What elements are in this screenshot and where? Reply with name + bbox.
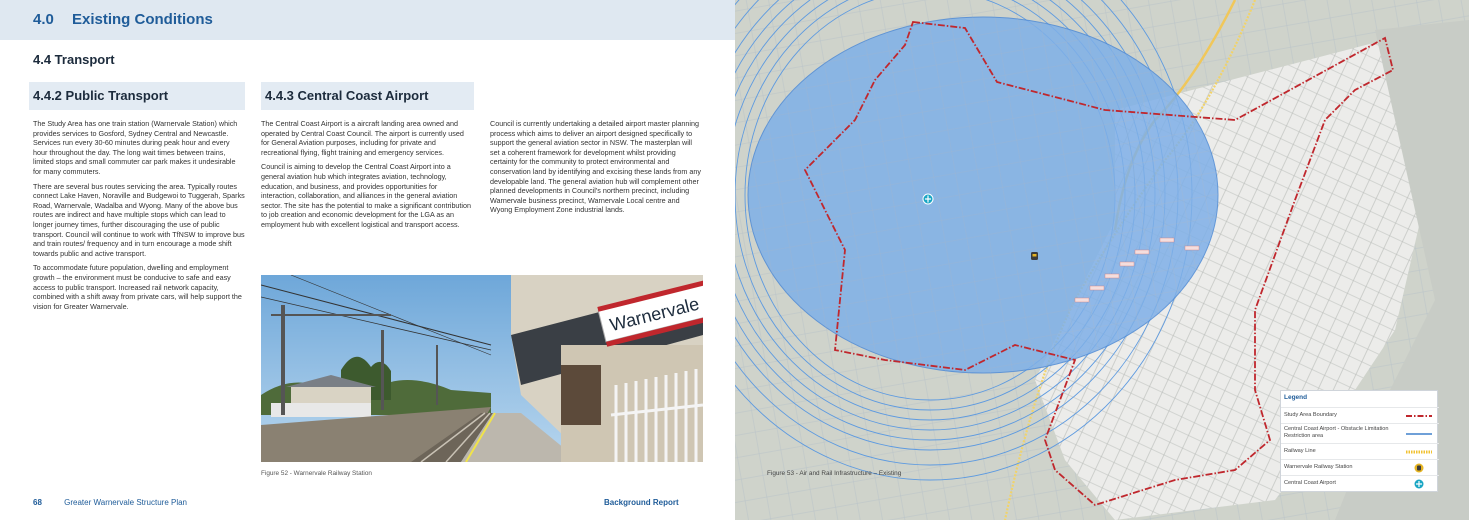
legend-item-railway-line: Railway Line xyxy=(1281,443,1439,459)
airport-heading: 4.4.3 Central Coast Airport xyxy=(261,82,474,110)
page-number: 68 xyxy=(33,498,42,507)
legend-title: Legend xyxy=(1284,394,1308,401)
document-page: 4.0 Existing Conditions 4.4 Transport 4.… xyxy=(0,0,735,520)
figure-52-caption: Figure 52 - Warnervale Railway Station xyxy=(261,470,372,477)
train-icon[interactable] xyxy=(1031,252,1038,260)
map-figure: Legend Study Area Boundary Central Coast… xyxy=(735,0,1469,520)
train-icon xyxy=(1414,463,1424,473)
airport-icon[interactable] xyxy=(922,193,934,205)
legend-item-railway-station: Warnervale Railway Station xyxy=(1281,459,1439,475)
chapter-title: Existing Conditions xyxy=(72,11,213,28)
figure-53-caption: Figure 53 - Air and Rail Infrastructure … xyxy=(767,470,902,477)
airport-column-2: Council is currently undertaking a detai… xyxy=(490,119,703,220)
paragraph: The Study Area has one train station (Wa… xyxy=(33,119,238,176)
airport-column-1: The Central Coast Airport is a aircraft … xyxy=(261,119,473,235)
chapter-number: 4.0 xyxy=(33,11,54,28)
airport-icon xyxy=(1414,479,1424,489)
report-label: Background Report xyxy=(604,498,679,507)
dotted-line-icon xyxy=(1406,450,1432,454)
paragraph: To accommodate future population, dwelli… xyxy=(33,263,242,311)
legend-item-study-area: Study Area Boundary xyxy=(1281,407,1439,423)
public-transport-heading: 4.4.2 Public Transport xyxy=(29,82,245,110)
page-footer: 68 Greater Warnervale Structure Plan xyxy=(33,498,187,507)
station-photo: Warnervale xyxy=(261,275,703,462)
paragraph: Council is aiming to develop the Central… xyxy=(261,162,472,229)
paragraph: There are several bus routes servicing t… xyxy=(33,181,245,258)
section-title: 4.4 Transport xyxy=(33,52,115,67)
dash-dot-line-icon xyxy=(1406,415,1432,417)
legend-item-airport: Central Coast Airport xyxy=(1281,475,1439,492)
paragraph: The Central Coast Airport is a aircraft … xyxy=(261,119,464,157)
chapter-header-band: 4.0 Existing Conditions xyxy=(0,0,735,40)
legend-item-olr-area: Central Coast Airport - Obstacle Limitat… xyxy=(1281,423,1439,443)
paragraph: Council is currently undertaking a detai… xyxy=(490,119,701,215)
public-transport-column: The Study Area has one train station (Wa… xyxy=(33,119,245,316)
document-title: Greater Warnervale Structure Plan xyxy=(64,498,188,507)
line-icon xyxy=(1406,433,1432,435)
map-legend: Legend Study Area Boundary Central Coast… xyxy=(1280,390,1439,492)
